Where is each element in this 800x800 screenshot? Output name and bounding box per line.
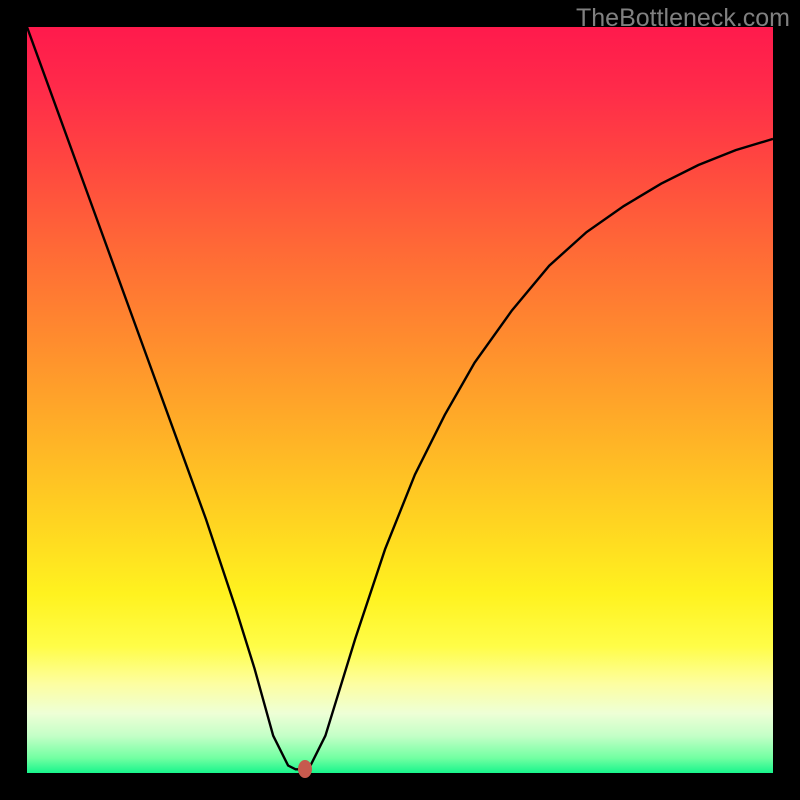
plot-area [27,27,773,773]
curve-line [27,27,773,769]
optimum-marker [298,760,312,778]
watermark-text: TheBottleneck.com [576,4,790,33]
chart-frame: TheBottleneck.com [0,0,800,800]
bottleneck-curve [27,27,773,773]
